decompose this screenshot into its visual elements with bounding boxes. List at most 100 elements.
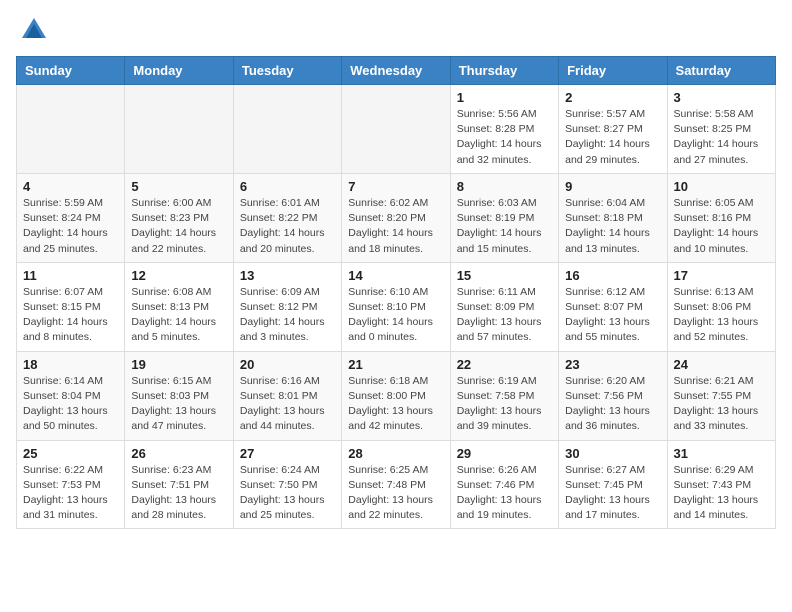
day-number: 27: [240, 446, 335, 461]
day-number: 8: [457, 179, 552, 194]
weekday-header-monday: Monday: [125, 57, 233, 85]
day-detail: Sunrise: 6:14 AMSunset: 8:04 PMDaylight:…: [23, 374, 118, 435]
calendar-day-cell: 3 Sunrise: 5:58 AMSunset: 8:25 PMDaylight…: [667, 85, 775, 174]
day-number: 11: [23, 268, 118, 283]
calendar-day-cell: [233, 85, 341, 174]
day-detail: Sunrise: 6:27 AMSunset: 7:45 PMDaylight:…: [565, 463, 660, 524]
day-number: 5: [131, 179, 226, 194]
calendar-day-cell: 6 Sunrise: 6:01 AMSunset: 8:22 PMDaylight…: [233, 173, 341, 262]
day-detail: Sunrise: 6:05 AMSunset: 8:16 PMDaylight:…: [674, 196, 769, 257]
day-number: 20: [240, 357, 335, 372]
calendar-day-cell: 31Sunrise: 6:29 AMSunset: 7:43 PMDayligh…: [667, 440, 775, 529]
day-number: 23: [565, 357, 660, 372]
day-number: 14: [348, 268, 443, 283]
day-detail: Sunrise: 6:02 AMSunset: 8:20 PMDaylight:…: [348, 196, 443, 257]
day-detail: Sunrise: 5:57 AMSunset: 8:27 PMDaylight:…: [565, 107, 660, 168]
day-number: 25: [23, 446, 118, 461]
day-number: 21: [348, 357, 443, 372]
calendar-day-cell: 30Sunrise: 6:27 AMSunset: 7:45 PMDayligh…: [559, 440, 667, 529]
day-detail: Sunrise: 6:03 AMSunset: 8:19 PMDaylight:…: [457, 196, 552, 257]
calendar-day-cell: 26Sunrise: 6:23 AMSunset: 7:51 PMDayligh…: [125, 440, 233, 529]
calendar-day-cell: 2Sunrise: 5:57 AMSunset: 8:27 PMDaylight…: [559, 85, 667, 174]
day-detail: Sunrise: 6:08 AMSunset: 8:13 PMDaylight:…: [131, 285, 226, 346]
logo-icon: [20, 16, 48, 44]
day-number: 19: [131, 357, 226, 372]
calendar-day-cell: 24 Sunrise: 6:21 AMSunset: 7:55 PMDayligh…: [667, 351, 775, 440]
day-detail: Sunrise: 6:00 AMSunset: 8:23 PMDaylight:…: [131, 196, 226, 257]
calendar-day-cell: 22 Sunrise: 6:19 AMSunset: 7:58 PMDayligh…: [450, 351, 558, 440]
calendar-day-cell: 10 Sunrise: 6:05 AMSunset: 8:16 PMDayligh…: [667, 173, 775, 262]
day-number: 18: [23, 357, 118, 372]
calendar-day-cell: 21 Sunrise: 6:18 AMSunset: 8:00 PMDayligh…: [342, 351, 450, 440]
day-detail: Sunrise: 6:26 AMSunset: 7:46 PMDaylight:…: [457, 463, 552, 524]
calendar-day-cell: 13 Sunrise: 6:09 AMSunset: 8:12 PMDayligh…: [233, 262, 341, 351]
calendar-table: SundayMondayTuesdayWednesdayThursdayFrid…: [16, 56, 776, 529]
calendar-day-cell: [342, 85, 450, 174]
day-detail: Sunrise: 6:10 AMSunset: 8:10 PMDaylight:…: [348, 285, 443, 346]
calendar-day-cell: 19 Sunrise: 6:15 AMSunset: 8:03 PMDayligh…: [125, 351, 233, 440]
calendar-day-cell: 29 Sunrise: 6:26 AMSunset: 7:46 PMDayligh…: [450, 440, 558, 529]
calendar-week-row: 25Sunrise: 6:22 AMSunset: 7:53 PMDayligh…: [17, 440, 776, 529]
day-detail: Sunrise: 6:13 AMSunset: 8:06 PMDaylight:…: [674, 285, 769, 346]
calendar-day-cell: 7 Sunrise: 6:02 AMSunset: 8:20 PMDaylight…: [342, 173, 450, 262]
calendar-day-cell: 25Sunrise: 6:22 AMSunset: 7:53 PMDayligh…: [17, 440, 125, 529]
logo: [16, 16, 48, 44]
day-number: 9: [565, 179, 660, 194]
page-header: [16, 16, 776, 44]
calendar-week-row: 1Sunrise: 5:56 AMSunset: 8:28 PMDaylight…: [17, 85, 776, 174]
weekday-header-wednesday: Wednesday: [342, 57, 450, 85]
day-number: 22: [457, 357, 552, 372]
day-number: 24: [674, 357, 769, 372]
day-detail: Sunrise: 6:07 AMSunset: 8:15 PMDaylight:…: [23, 285, 118, 346]
day-detail: Sunrise: 6:18 AMSunset: 8:00 PMDaylight:…: [348, 374, 443, 435]
calendar-day-cell: 20 Sunrise: 6:16 AMSunset: 8:01 PMDayligh…: [233, 351, 341, 440]
weekday-header-row: SundayMondayTuesdayWednesdayThursdayFrid…: [17, 57, 776, 85]
day-number: 3: [674, 90, 769, 105]
day-detail: Sunrise: 6:19 AMSunset: 7:58 PMDaylight:…: [457, 374, 552, 435]
day-number: 28: [348, 446, 443, 461]
calendar-day-cell: 12 Sunrise: 6:08 AMSunset: 8:13 PMDayligh…: [125, 262, 233, 351]
weekday-header-friday: Friday: [559, 57, 667, 85]
day-number: 31: [674, 446, 769, 461]
day-detail: Sunrise: 6:24 AMSunset: 7:50 PMDaylight:…: [240, 463, 335, 524]
day-detail: Sunrise: 6:20 AMSunset: 7:56 PMDaylight:…: [565, 374, 660, 435]
day-number: 17: [674, 268, 769, 283]
calendar-day-cell: 27 Sunrise: 6:24 AMSunset: 7:50 PMDayligh…: [233, 440, 341, 529]
calendar-day-cell: 8 Sunrise: 6:03 AMSunset: 8:19 PMDaylight…: [450, 173, 558, 262]
day-number: 26: [131, 446, 226, 461]
calendar-day-cell: 16Sunrise: 6:12 AMSunset: 8:07 PMDayligh…: [559, 262, 667, 351]
day-number: 7: [348, 179, 443, 194]
calendar-day-cell: 15Sunrise: 6:11 AMSunset: 8:09 PMDayligh…: [450, 262, 558, 351]
calendar-week-row: 4 Sunrise: 5:59 AMSunset: 8:24 PMDaylight…: [17, 173, 776, 262]
weekday-header-tuesday: Tuesday: [233, 57, 341, 85]
calendar-day-cell: 23 Sunrise: 6:20 AMSunset: 7:56 PMDayligh…: [559, 351, 667, 440]
calendar-day-cell: [17, 85, 125, 174]
day-number: 15: [457, 268, 552, 283]
day-detail: Sunrise: 5:58 AMSunset: 8:25 PMDaylight:…: [674, 107, 769, 168]
day-number: 12: [131, 268, 226, 283]
calendar-day-cell: 28 Sunrise: 6:25 AMSunset: 7:48 PMDayligh…: [342, 440, 450, 529]
calendar-day-cell: 5 Sunrise: 6:00 AMSunset: 8:23 PMDaylight…: [125, 173, 233, 262]
calendar-day-cell: 9 Sunrise: 6:04 AMSunset: 8:18 PMDaylight…: [559, 173, 667, 262]
day-detail: Sunrise: 6:25 AMSunset: 7:48 PMDaylight:…: [348, 463, 443, 524]
calendar-week-row: 11 Sunrise: 6:07 AMSunset: 8:15 PMDayligh…: [17, 262, 776, 351]
day-detail: Sunrise: 6:01 AMSunset: 8:22 PMDaylight:…: [240, 196, 335, 257]
day-detail: Sunrise: 6:15 AMSunset: 8:03 PMDaylight:…: [131, 374, 226, 435]
day-number: 6: [240, 179, 335, 194]
day-number: 13: [240, 268, 335, 283]
day-number: 29: [457, 446, 552, 461]
calendar-day-cell: 11 Sunrise: 6:07 AMSunset: 8:15 PMDayligh…: [17, 262, 125, 351]
calendar-day-cell: [125, 85, 233, 174]
day-number: 4: [23, 179, 118, 194]
day-detail: Sunrise: 6:16 AMSunset: 8:01 PMDaylight:…: [240, 374, 335, 435]
day-detail: Sunrise: 6:04 AMSunset: 8:18 PMDaylight:…: [565, 196, 660, 257]
day-number: 16: [565, 268, 660, 283]
calendar-day-cell: 4 Sunrise: 5:59 AMSunset: 8:24 PMDaylight…: [17, 173, 125, 262]
day-detail: Sunrise: 5:59 AMSunset: 8:24 PMDaylight:…: [23, 196, 118, 257]
day-detail: Sunrise: 6:09 AMSunset: 8:12 PMDaylight:…: [240, 285, 335, 346]
calendar-week-row: 18 Sunrise: 6:14 AMSunset: 8:04 PMDayligh…: [17, 351, 776, 440]
day-detail: Sunrise: 6:21 AMSunset: 7:55 PMDaylight:…: [674, 374, 769, 435]
weekday-header-thursday: Thursday: [450, 57, 558, 85]
day-number: 10: [674, 179, 769, 194]
calendar-day-cell: 17 Sunrise: 6:13 AMSunset: 8:06 PMDayligh…: [667, 262, 775, 351]
